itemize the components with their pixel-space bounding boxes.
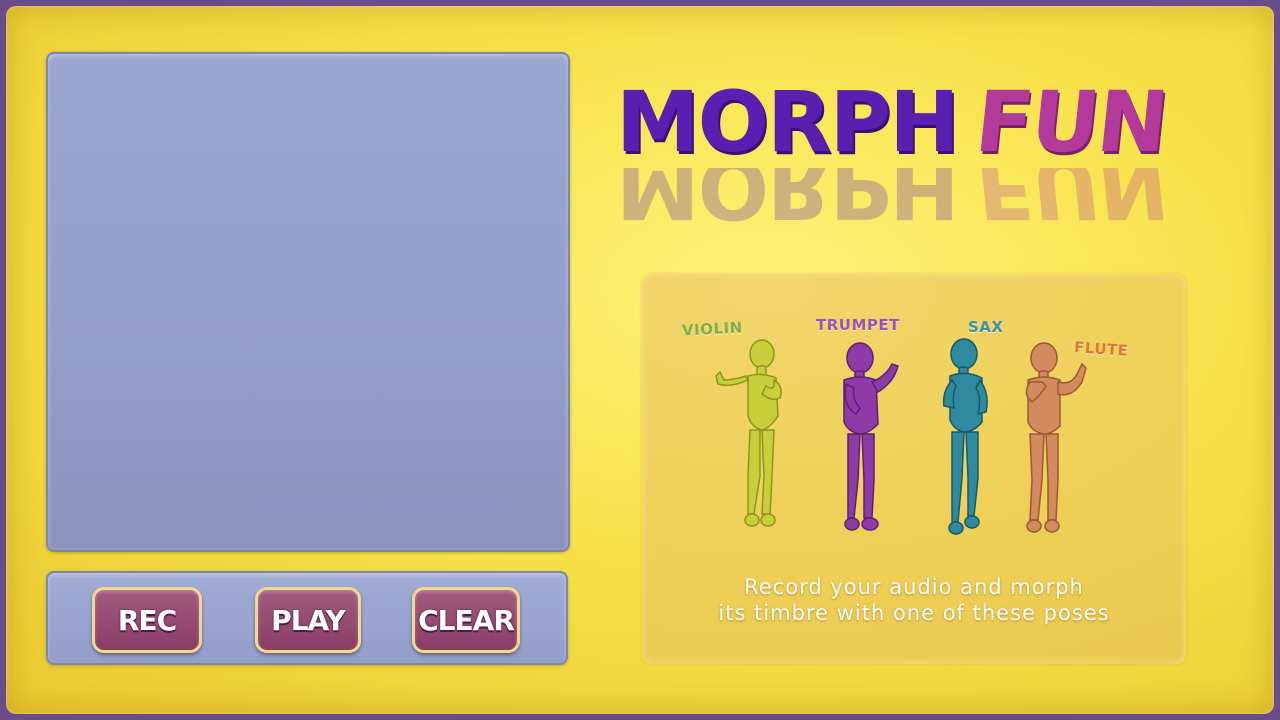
pose-figure-trumpet[interactable] (822, 336, 912, 551)
title-reflection: MORPH FUN (614, 168, 1234, 238)
pose-label-sax: SAX (968, 318, 1004, 336)
title-morph-reflection: MORPH (616, 168, 958, 237)
title-fun: FUN (970, 73, 1172, 171)
pose-figure-violin[interactable] (700, 336, 790, 551)
pose-figure-flute[interactable] (1008, 336, 1098, 551)
rec-button[interactable]: REC (92, 587, 202, 653)
title-fun-reflection: FUN (970, 168, 1172, 237)
app-title: MORPH FUN (614, 72, 1234, 172)
pose-caption: Record your audio and morph its timbre w… (642, 574, 1186, 626)
pose-figure-sax[interactable] (924, 336, 1014, 551)
title-morph: MORPH (616, 73, 960, 171)
pose-info-panel: VIOLIN TRUMPET SAX FLUTE Record your aud… (642, 274, 1186, 664)
caption-line-2: its timbre with one of these poses (718, 601, 1110, 625)
caption-line-1: Record your audio and morph (744, 575, 1084, 599)
pose-label-trumpet: TRUMPET (816, 316, 900, 334)
play-button[interactable]: PLAY (255, 587, 361, 653)
audio-display-panel (46, 52, 570, 552)
clear-button[interactable]: CLEAR (412, 587, 520, 653)
controls-panel: REC PLAY CLEAR (46, 571, 568, 665)
